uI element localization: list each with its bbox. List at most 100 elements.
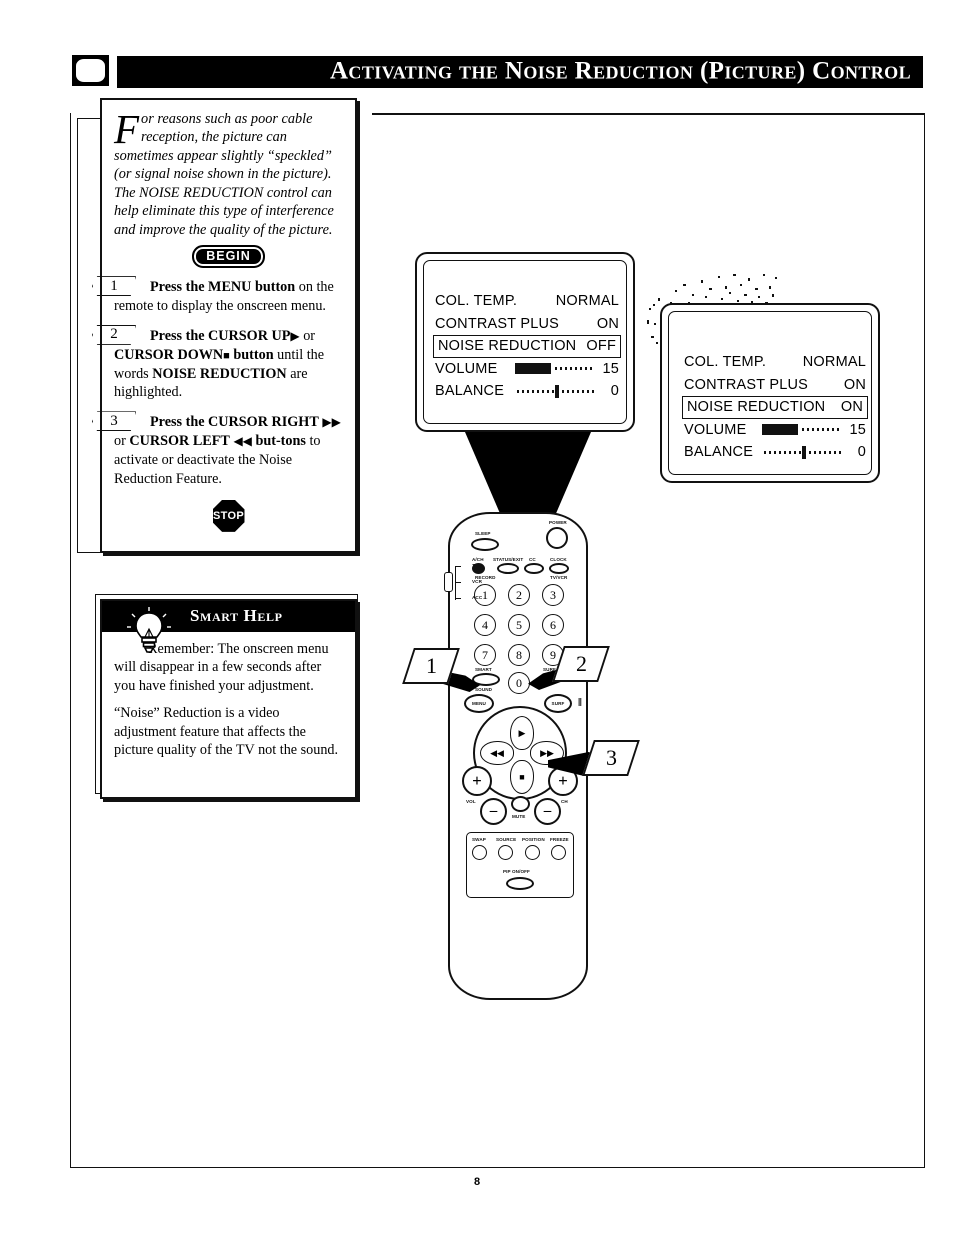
pip-source-button[interactable] xyxy=(498,845,513,860)
menu-value: OFF xyxy=(586,338,616,355)
begin-badge: BEGIN xyxy=(192,245,265,269)
tv-vcr-acc-switch[interactable] xyxy=(444,572,453,592)
key-3[interactable]: 3 xyxy=(542,584,564,606)
step-2-text: Press the CURSOR UP▶ or CURSOR DOWN■ but… xyxy=(114,327,343,403)
balance-indicator xyxy=(802,445,806,459)
menu-row-volume[interactable]: VOLUME 15 xyxy=(433,358,621,381)
label-record: RECORD xyxy=(475,575,496,580)
intro-text: or reasons such as poor cable reception,… xyxy=(114,111,334,238)
key-1[interactable]: 1 xyxy=(474,584,496,606)
step-1-marker: 1 xyxy=(92,276,136,296)
cursor-down-button[interactable]: ■ xyxy=(510,760,534,794)
status-exit-button[interactable] xyxy=(497,563,519,574)
ach-button[interactable] xyxy=(472,563,485,574)
cursor-left-button[interactable]: ◀◀ xyxy=(480,741,514,765)
tv-menu-before: COL. TEMP. NORMAL CONTRAST PLUS ON NOISE… xyxy=(415,252,635,439)
page-frame-top-edge xyxy=(372,113,925,115)
callout-3-number: 3 xyxy=(605,745,617,770)
label-status-exit: STATUS/EXIT xyxy=(493,557,524,562)
stop-badge: STOP xyxy=(212,499,245,532)
menu-value: 0 xyxy=(857,444,866,461)
label-pip-onoff: PIP ON/OFF xyxy=(503,869,530,874)
menu-row-volume[interactable]: VOLUME 15 xyxy=(682,419,868,442)
menu-row[interactable]: CONTRAST PLUS ON xyxy=(682,374,868,397)
label-position: POSITION xyxy=(522,837,545,842)
page-header-bar: Activating the Noise Reduction (Picture)… xyxy=(117,56,923,88)
menu-row-noise-reduction[interactable]: NOISE REDUCTION ON xyxy=(682,396,868,419)
key-4[interactable]: 4 xyxy=(474,614,496,636)
step-3-mid: or xyxy=(114,433,130,450)
label-tv-vcr: TV/VCR xyxy=(550,575,568,580)
key-5[interactable]: 5 xyxy=(508,614,530,636)
sleep-button[interactable] xyxy=(471,538,499,551)
step-2-bold-3: button xyxy=(229,346,274,363)
cursor-up-button[interactable]: ▶ xyxy=(510,716,534,750)
menu-value: ON xyxy=(840,399,863,416)
pause-icon[interactable]: ‖ xyxy=(578,696,582,708)
menu-value: ON xyxy=(843,376,866,393)
cursor-up-glyph-icon: ▶ xyxy=(290,328,300,343)
key-7[interactable]: 7 xyxy=(474,644,496,666)
step-3-bold-2: CURSOR LEFT xyxy=(129,433,230,450)
switch-tick-acc xyxy=(456,598,461,600)
channel-down-button[interactable]: – xyxy=(534,798,561,825)
menu-row[interactable]: COL. TEMP. NORMAL xyxy=(433,290,621,313)
label-clock: CLOCK xyxy=(550,557,567,562)
surf-button[interactable]: SURF xyxy=(544,694,572,713)
pip-freeze-button[interactable] xyxy=(551,845,566,860)
tv-screen-icon-glass xyxy=(76,59,105,82)
menu-label: NOISE REDUCTION xyxy=(438,338,577,355)
step-2: 2 Press the CURSOR UP▶ or CURSOR DOWN■ b… xyxy=(110,326,343,403)
step-2-bold-1: Press the CURSOR UP xyxy=(150,327,291,344)
step-2-number: 2 xyxy=(110,326,118,343)
mute-button[interactable] xyxy=(511,796,530,812)
volume-bar-track xyxy=(555,363,595,375)
menu-value: 15 xyxy=(849,421,866,438)
menu-row-balance[interactable]: BALANCE 0 xyxy=(682,441,868,464)
menu-row-balance[interactable]: BALANCE 0 xyxy=(433,380,621,403)
volume-up-button[interactable]: + xyxy=(462,766,492,796)
begin-badge-row: BEGIN xyxy=(114,245,343,269)
menu-row[interactable]: CONTRAST PLUS ON xyxy=(433,313,621,336)
remote-control: TV VCR ACC SLEEP POWER A/CH STATUS/EXIT … xyxy=(444,512,588,1000)
tv-menu-after: COL. TEMP. NORMAL CONTRAST PLUS ON NOISE… xyxy=(660,303,880,483)
key-2[interactable]: 2 xyxy=(508,584,530,606)
balance-meter: 0 xyxy=(517,383,619,399)
menu-value: NORMAL xyxy=(555,293,619,310)
volume-down-button[interactable]: – xyxy=(480,798,507,825)
menu-row-noise-reduction[interactable]: NOISE REDUCTION OFF xyxy=(433,335,621,358)
step-2-mid: or xyxy=(299,327,316,344)
balance-indicator xyxy=(555,384,559,398)
step-3-bold-1: Press the CURSOR RIGHT xyxy=(150,414,319,431)
step-3-number: 3 xyxy=(110,412,118,429)
step-2-bold-4: NOISE REDUCTION xyxy=(152,365,287,382)
label-source: SOURCE xyxy=(496,837,517,842)
callout-1-number: 1 xyxy=(425,653,437,678)
pip-onoff-button[interactable] xyxy=(506,877,534,890)
step-3-bold-3: but-tons xyxy=(251,433,306,450)
label-swap: SWAP xyxy=(472,837,486,842)
clock-button[interactable] xyxy=(549,563,569,574)
key-8[interactable]: 8 xyxy=(508,644,530,666)
key-6[interactable]: 6 xyxy=(542,614,564,636)
step-1-bold: Press the MENU button xyxy=(150,279,296,296)
label-sound: SOUND xyxy=(475,687,493,692)
page-title: Activating the Noise Reduction (Picture)… xyxy=(329,57,911,85)
smart-help-paragraph-2: “Noise” Reduction is a video adjustment … xyxy=(114,705,339,759)
volume-bar-fill xyxy=(515,363,551,375)
power-button[interactable] xyxy=(546,527,568,549)
key-0[interactable]: 0 xyxy=(508,672,530,694)
cursor-left-glyph-icon: ◀◀ xyxy=(233,434,252,449)
pip-position-button[interactable] xyxy=(525,845,540,860)
menu-button[interactable]: MENU xyxy=(464,694,494,713)
step-1: 1 Press the MENU button on the remote to… xyxy=(110,278,343,316)
menu-label: BALANCE xyxy=(435,383,505,400)
smart-help-title: Smart Help xyxy=(190,606,283,625)
pip-swap-button[interactable] xyxy=(472,845,487,860)
menu-label: CONTRAST PLUS xyxy=(684,376,808,393)
menu-row[interactable]: COL. TEMP. NORMAL xyxy=(682,351,868,374)
label-ach: A/CH xyxy=(472,557,484,562)
cursor-down-glyph-icon: ■ xyxy=(223,349,230,362)
switch-tick-tv xyxy=(456,566,461,568)
cc-button[interactable] xyxy=(524,563,544,574)
